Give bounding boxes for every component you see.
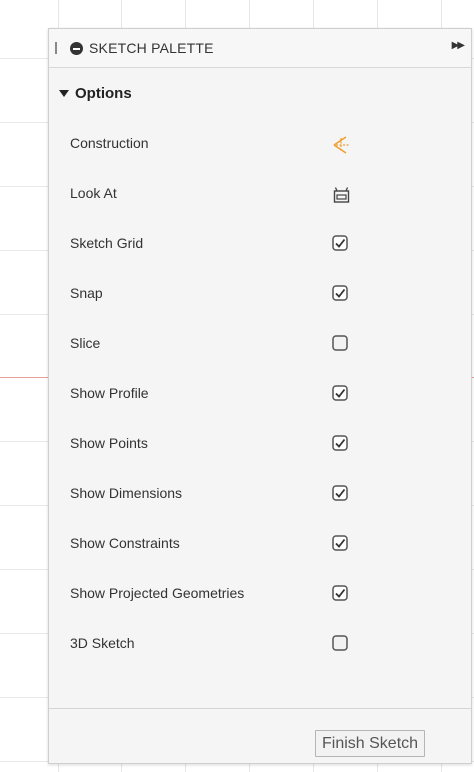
drag-handle[interactable] — [55, 42, 57, 54]
option-construction: Construction — [49, 129, 471, 159]
expand-icon[interactable]: ▶▶ — [452, 40, 465, 51]
3d-sketch-checkbox[interactable] — [332, 635, 350, 653]
option-show-projected-geometries: Show Projected Geometries — [49, 579, 471, 609]
sketch-palette: SKETCH PALETTE ▶▶ Options Construction L… — [48, 28, 472, 764]
option-label: Sketch Grid — [70, 235, 144, 251]
show-projected-geometries-checkbox[interactable] — [332, 585, 350, 603]
triangle-down-icon — [59, 90, 69, 97]
snap-checkbox[interactable] — [332, 285, 350, 303]
option-show-profile: Show Profile — [49, 379, 471, 409]
option-label: Slice — [70, 335, 101, 351]
option-label: Show Projected Geometries — [70, 585, 245, 601]
option-label: Show Profile — [70, 385, 149, 401]
option-show-points: Show Points — [49, 429, 471, 459]
palette-header[interactable]: SKETCH PALETTE ▶▶ — [49, 29, 471, 68]
option-slice: Slice — [49, 329, 471, 359]
sketch-grid-checkbox[interactable] — [332, 235, 350, 253]
option-label: Snap — [70, 285, 103, 301]
option-label: Show Points — [70, 435, 148, 451]
construction-icon[interactable] — [332, 135, 350, 154]
option-label: Look At — [70, 185, 117, 201]
option-snap: Snap — [49, 279, 471, 309]
option-label: Show Constraints — [70, 535, 180, 551]
option-show-dimensions: Show Dimensions — [49, 479, 471, 509]
palette-title: SKETCH PALETTE — [89, 40, 214, 56]
option-show-constraints: Show Constraints — [49, 529, 471, 559]
footer-divider — [49, 708, 471, 709]
slice-checkbox[interactable] — [332, 335, 350, 353]
option-look-at: Look At — [49, 179, 471, 209]
show-profile-checkbox[interactable] — [332, 385, 350, 403]
option-3d-sketch: 3D Sketch — [49, 629, 471, 659]
show-points-checkbox[interactable] — [332, 435, 350, 453]
options-section-header[interactable]: Options — [59, 85, 132, 102]
look-at-icon[interactable] — [332, 185, 350, 203]
option-sketch-grid: Sketch Grid — [49, 229, 471, 259]
collapse-icon[interactable] — [70, 42, 83, 55]
show-constraints-checkbox[interactable] — [332, 535, 350, 553]
finish-sketch-button[interactable]: Finish Sketch — [315, 730, 426, 757]
option-label: Show Dimensions — [70, 485, 183, 501]
show-dimensions-checkbox[interactable] — [332, 485, 350, 503]
section-title: Options — [75, 85, 132, 102]
option-label: Construction — [70, 135, 149, 151]
option-label: 3D Sketch — [70, 635, 135, 651]
